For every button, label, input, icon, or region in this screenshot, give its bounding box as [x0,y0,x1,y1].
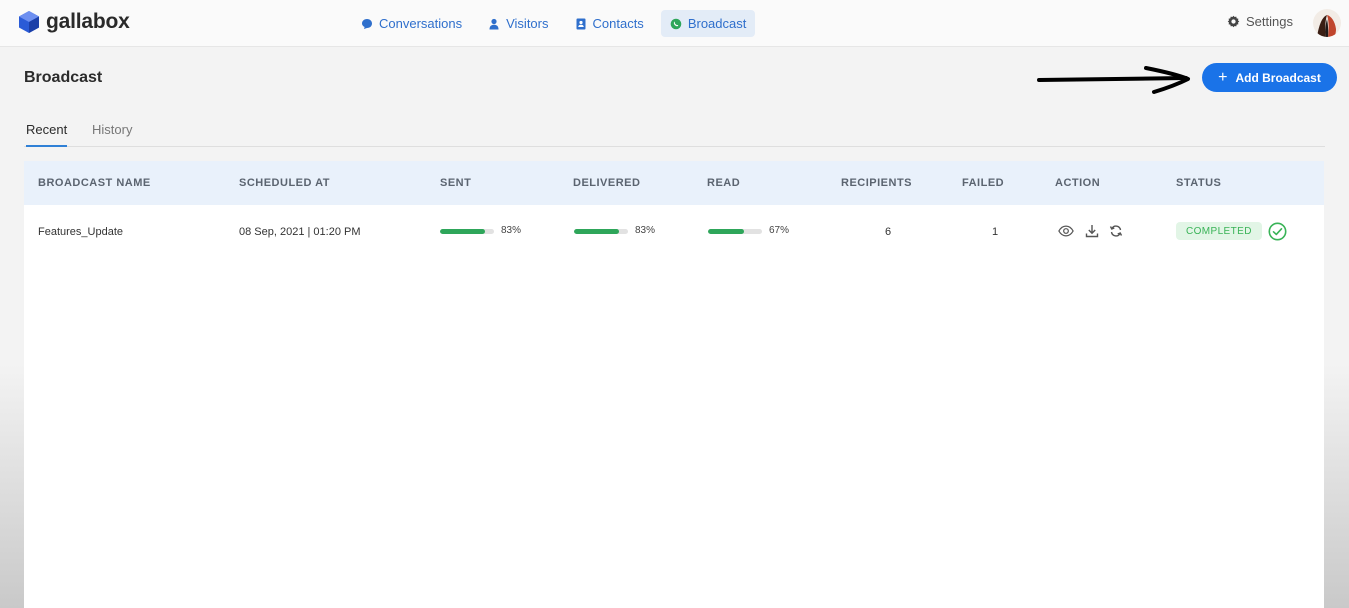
read-percent: 67% [769,225,790,236]
add-broadcast-label: Add Broadcast [1235,70,1321,85]
tab-history[interactable]: History [92,122,132,147]
nav-item-broadcast[interactable]: Broadcast [660,10,756,37]
delivered-progress-bar [574,229,628,234]
page-title: Broadcast [24,69,103,86]
settings-link[interactable]: Settings [1227,14,1293,29]
whatsapp-icon [670,18,682,29]
chat-bubble-icon [362,18,372,29]
scheduled-at-cell: 08 Sep, 2021 | 01:20 PM [239,226,361,238]
avatar-image [1313,9,1341,37]
add-broadcast-button[interactable]: + Add Broadcast [1202,63,1337,92]
nav-label-conversations: Conversations [379,16,463,31]
nav-label-contacts: Contacts [592,16,644,31]
read-progress-fill [708,229,745,234]
tab-recent[interactable]: Recent [26,122,68,147]
logo[interactable]: gallabox [18,10,130,34]
top-navigation-bar: gallabox Conversations Visitors Contacts [0,0,1349,47]
user-avatar[interactable] [1313,9,1341,37]
table-row[interactable]: Features_Update 08 Sep, 2021 | 01:20 PM … [24,161,1324,241]
contact-card-icon [576,18,585,29]
eye-icon[interactable] [1058,224,1074,238]
delivered-progress-fill [574,229,619,234]
refresh-icon[interactable] [1108,224,1124,238]
recipients-cell: 6 [885,226,892,238]
tab-bar: Recent History [24,112,1325,147]
settings-label: Settings [1246,14,1293,29]
read-progress-bar [708,229,762,234]
sent-percent: 83% [501,225,522,236]
download-icon[interactable] [1084,224,1100,238]
nav-item-contacts[interactable]: Contacts [566,10,653,37]
app-name: gallabox [46,10,130,33]
sent-progress-fill [440,229,485,234]
check-circle-icon [1268,222,1287,241]
status-badge: COMPLETED [1176,222,1262,240]
gallabox-logo-icon [19,11,39,33]
gear-icon [1227,15,1240,28]
main-nav: Conversations Visitors Contacts Broadcas… [352,10,763,37]
nav-item-conversations[interactable]: Conversations [352,10,471,37]
person-icon [489,18,499,29]
sent-progress-bar [440,229,494,234]
nav-item-visitors[interactable]: Visitors [479,10,557,37]
failed-cell: 1 [992,226,999,238]
broadcast-name-cell[interactable]: Features_Update [38,226,123,238]
broadcast-table: BROADCAST NAME SCHEDULED AT SENT DELIVER… [24,161,1324,608]
annotation-arrow-icon [1037,66,1190,94]
nav-label-broadcast: Broadcast [687,16,747,31]
nav-label-visitors: Visitors [506,16,549,31]
plus-icon: + [1218,68,1228,86]
delivered-percent: 83% [635,225,656,236]
